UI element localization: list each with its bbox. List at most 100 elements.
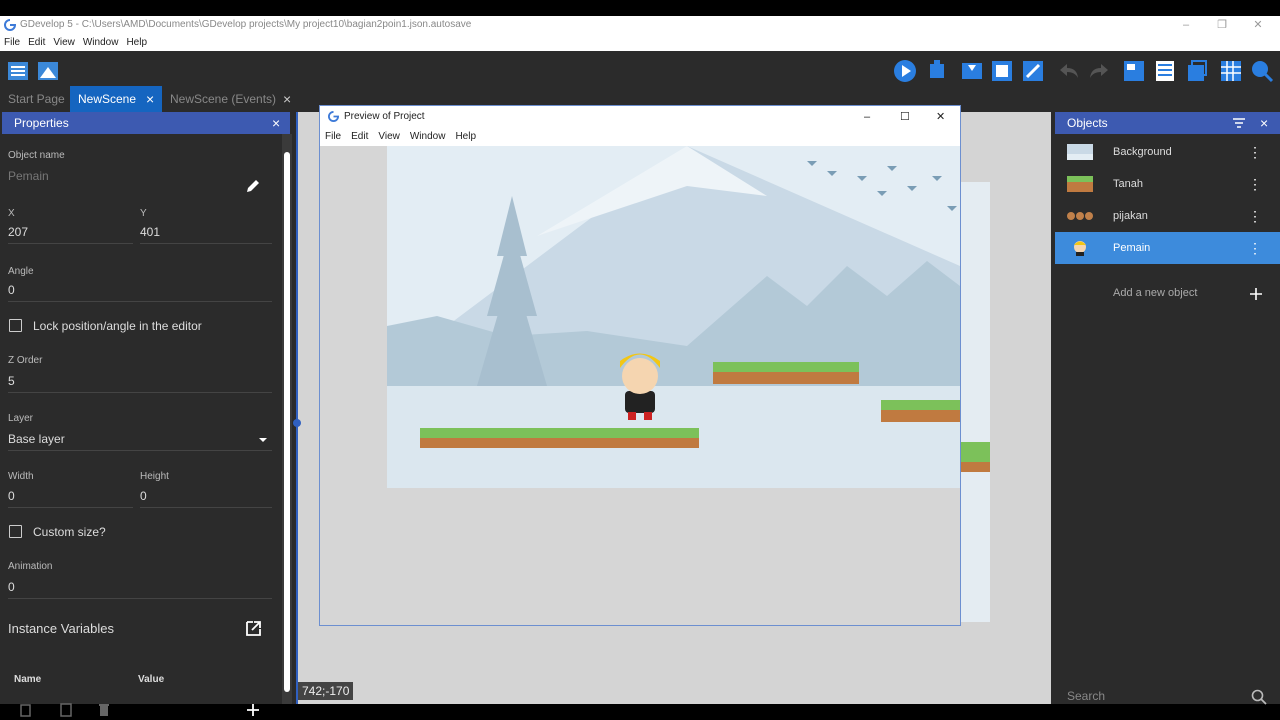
close-panel-icon[interactable]: × bbox=[1260, 112, 1268, 134]
scrollbar-thumb[interactable] bbox=[284, 152, 290, 692]
zorder-field[interactable]: 5 bbox=[8, 374, 15, 388]
tab-start-page[interactable]: Start Page bbox=[0, 86, 70, 112]
delete-icon[interactable] bbox=[96, 702, 112, 718]
properties-title: Properties bbox=[14, 116, 69, 130]
objects-panel: Objects × Background ⋮ Tanah ⋮ pijakan ⋮… bbox=[1055, 112, 1280, 705]
edit-pencil-icon[interactable] bbox=[245, 178, 261, 194]
preview-menu-help[interactable]: Help bbox=[450, 128, 481, 146]
object-groups-icon[interactable] bbox=[990, 59, 1014, 83]
object-item-pemain[interactable]: Pemain ⋮ bbox=[1055, 232, 1280, 264]
properties-panel: Properties × Object name Pemain X 207 Y … bbox=[0, 112, 290, 717]
resize-handle[interactable] bbox=[292, 418, 302, 428]
preview-close-button[interactable]: ✕ bbox=[936, 106, 945, 128]
close-button[interactable]: ✕ bbox=[1240, 16, 1276, 34]
network-preview-icon[interactable] bbox=[925, 59, 949, 83]
gdevelop-logo-icon bbox=[4, 19, 16, 31]
paste-icon[interactable] bbox=[58, 702, 74, 718]
copy-icon[interactable] bbox=[18, 702, 34, 718]
preview-maximize-button[interactable]: ☐ bbox=[900, 106, 910, 128]
pijakan-thumbnail-icon bbox=[1067, 212, 1093, 220]
more-options-icon[interactable]: ⋮ bbox=[1248, 168, 1262, 200]
preview-menu-edit[interactable]: Edit bbox=[346, 128, 373, 146]
object-search-input[interactable]: Search bbox=[1067, 689, 1105, 703]
lock-checkbox-label: Lock position/angle in the editor bbox=[33, 319, 202, 333]
object-name-field[interactable]: Pemain bbox=[8, 169, 49, 183]
edit-icon[interactable] bbox=[1021, 59, 1045, 83]
zoom-icon[interactable] bbox=[1250, 59, 1274, 83]
tab-newscene-events[interactable]: NewScene (Events) bbox=[162, 86, 302, 112]
open-external-icon[interactable] bbox=[245, 620, 262, 637]
divider bbox=[8, 450, 272, 451]
layer-select[interactable]: Base layer bbox=[8, 432, 65, 446]
custom-size-checkbox[interactable] bbox=[9, 525, 22, 538]
minimize-button[interactable]: – bbox=[1168, 16, 1204, 34]
y-field[interactable]: 401 bbox=[140, 225, 160, 239]
screen: GDevelop 5 - C:\Users\AMD\Documents\GDev… bbox=[0, 0, 1280, 720]
menu-bar: File Edit View Window Help bbox=[0, 34, 1280, 51]
lock-checkbox[interactable] bbox=[9, 319, 22, 332]
menu-edit[interactable]: Edit bbox=[24, 34, 49, 51]
object-item-tanah[interactable]: Tanah ⋮ bbox=[1055, 168, 1280, 200]
divider bbox=[140, 243, 272, 244]
x-label: X bbox=[8, 208, 15, 219]
grid-icon[interactable] bbox=[1219, 59, 1243, 83]
close-tab-icon[interactable]: × bbox=[146, 86, 154, 112]
height-field[interactable]: 0 bbox=[140, 489, 147, 503]
menu-view[interactable]: View bbox=[49, 34, 79, 51]
x-field[interactable]: 207 bbox=[8, 225, 28, 239]
platform-large bbox=[420, 428, 699, 448]
more-options-icon[interactable]: ⋮ bbox=[1248, 200, 1262, 232]
preview-menu-view[interactable]: View bbox=[373, 128, 405, 146]
close-tab-icon[interactable]: × bbox=[283, 86, 291, 112]
game-canvas[interactable] bbox=[387, 146, 960, 488]
filter-icon[interactable] bbox=[1233, 118, 1245, 128]
more-options-icon[interactable]: ⋮ bbox=[1248, 232, 1262, 264]
divider bbox=[8, 392, 272, 393]
add-object-icon[interactable] bbox=[1249, 287, 1263, 301]
objects-header: Objects × bbox=[1055, 112, 1280, 134]
animation-field[interactable]: 0 bbox=[8, 580, 15, 594]
project-manager-icon[interactable] bbox=[6, 59, 30, 83]
menu-help[interactable]: Help bbox=[122, 34, 151, 51]
y-label: Y bbox=[140, 208, 147, 219]
dropdown-arrow-icon[interactable] bbox=[258, 436, 268, 444]
instance-variables-heading: Instance Variables bbox=[8, 621, 114, 636]
preview-menu-file[interactable]: File bbox=[320, 128, 346, 146]
menu-window[interactable]: Window bbox=[79, 34, 123, 51]
angle-field[interactable]: 0 bbox=[8, 283, 15, 297]
menu-file[interactable]: File bbox=[0, 34, 24, 51]
add-layer-icon[interactable] bbox=[960, 59, 984, 83]
layer-label: Layer bbox=[8, 413, 34, 424]
object-item-background[interactable]: Background ⋮ bbox=[1055, 136, 1280, 168]
angle-label: Angle bbox=[8, 266, 34, 277]
search-icon[interactable] bbox=[1251, 689, 1267, 705]
width-field[interactable]: 0 bbox=[8, 489, 15, 503]
restore-button[interactable]: ❐ bbox=[1204, 16, 1240, 34]
window-mask-icon[interactable] bbox=[1184, 59, 1208, 83]
add-object-label[interactable]: Add a new object bbox=[1113, 287, 1197, 299]
title-bar: GDevelop 5 - C:\Users\AMD\Documents\GDev… bbox=[0, 16, 1280, 34]
divider bbox=[140, 507, 272, 508]
preview-menu-window[interactable]: Window bbox=[405, 128, 451, 146]
redo-icon[interactable] bbox=[1087, 59, 1111, 83]
scene-icon[interactable] bbox=[36, 59, 60, 83]
close-panel-icon[interactable]: × bbox=[272, 112, 280, 134]
preview-play-icon[interactable] bbox=[893, 59, 917, 83]
platform-right bbox=[881, 400, 960, 422]
width-label: Width bbox=[8, 471, 34, 482]
undo-icon[interactable] bbox=[1057, 59, 1081, 83]
preview-menu-bar: File Edit View Window Help bbox=[320, 128, 960, 146]
background-thumbnail-icon bbox=[1067, 144, 1093, 160]
preview-window[interactable]: Preview of Project – ☐ ✕ File Edit View Win… bbox=[319, 105, 961, 626]
properties-scrollbar[interactable] bbox=[282, 134, 292, 704]
preview-title: Preview of Project bbox=[344, 111, 425, 122]
preview-minimize-button[interactable]: – bbox=[864, 106, 870, 128]
more-options-icon[interactable]: ⋮ bbox=[1248, 136, 1262, 168]
tanah-thumbnail-icon bbox=[1067, 176, 1093, 192]
object-item-pijakan[interactable]: pijakan ⋮ bbox=[1055, 200, 1280, 232]
instances-list-icon[interactable] bbox=[1122, 59, 1146, 83]
add-variable-icon[interactable] bbox=[245, 704, 261, 716]
tab-newscene-label: NewScene bbox=[78, 92, 137, 106]
layers-list-icon[interactable] bbox=[1153, 59, 1177, 83]
preview-title-bar: Preview of Project – ☐ ✕ bbox=[320, 106, 960, 128]
